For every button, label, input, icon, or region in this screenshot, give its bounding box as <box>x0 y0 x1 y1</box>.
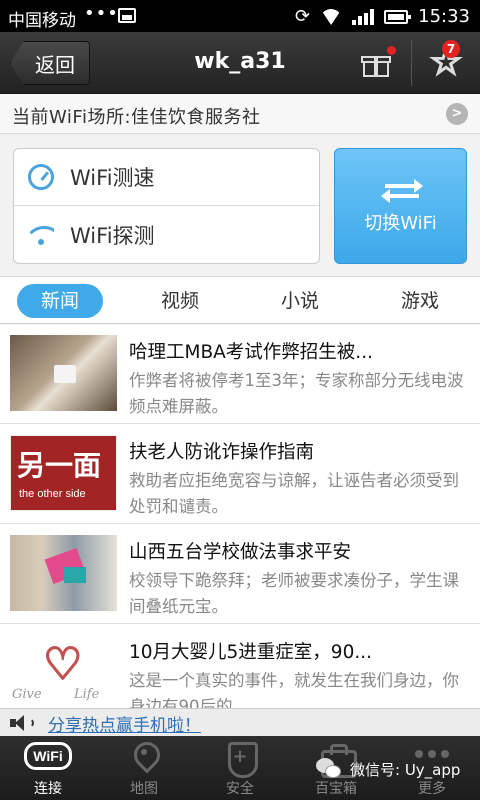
clock: 15:33 <box>418 6 470 27</box>
nav-label: 地图 <box>130 781 158 797</box>
sync-icon: ⟳ <box>295 5 311 27</box>
back-button-label: 返回 <box>35 52 75 77</box>
thumbnail-title: 另一面 <box>17 449 102 482</box>
wifi-probe-label: WiFi探测 <box>70 223 155 248</box>
current-wifi-place: 当前WiFi场所:佳佳饮食服务社 <box>12 107 261 128</box>
carrier-name: 中国移动 <box>8 11 76 31</box>
chevron-right-icon[interactable]: > <box>446 103 468 125</box>
news-thumbnail <box>10 535 117 611</box>
switch-wifi-label: 切换WiFi <box>364 213 437 234</box>
picture-icon <box>118 8 136 23</box>
notification-dots: ••• <box>84 3 119 24</box>
speaker-icon <box>10 715 40 731</box>
nav-map[interactable]: 地图 <box>96 736 192 800</box>
news-thumbnail: 另一面 the other side <box>10 435 117 511</box>
page-title: wk_a31 <box>194 49 286 74</box>
tab-news[interactable]: 新闻 <box>17 284 103 318</box>
nav-connect[interactable]: WiFi 连接 <box>0 736 96 800</box>
cell-signal-icon <box>352 8 375 25</box>
gift-button[interactable] <box>346 38 406 88</box>
wechat-watermark: 微信号: Uy_app <box>316 756 460 782</box>
shield-icon <box>222 742 258 778</box>
status-bar: 中国移动 ••• ⟳ 15:33 <box>0 0 480 32</box>
wechat-icon <box>316 758 344 780</box>
title-bar: 返回 wk_a31 ☆ 7 <box>0 32 480 94</box>
share-banner: 分享热点赢手机啦！ <box>0 708 480 736</box>
news-summary: 救助者应拒绝宽容与谅解，让诬告者必须受到处罚和谴责。 <box>129 471 459 516</box>
nav-label: 连接 <box>34 781 62 797</box>
current-wifi-place-bar[interactable]: 当前WiFi场所:佳佳饮食服务社 > <box>0 94 480 134</box>
back-button[interactable]: 返回 <box>10 41 90 85</box>
gift-notification-dot <box>387 46 396 55</box>
news-item[interactable]: 山西五台学校做法事求平安 校领导下跪祭拜；老师被要求凑份子，学生课间叠纸元宝。 <box>0 524 480 624</box>
news-thumbnail: ♡ Give Life <box>10 635 117 708</box>
speedometer-icon <box>28 164 54 190</box>
news-item[interactable]: ♡ Give Life 10月大婴儿5进重症室，90... 这是一个真实的事件，… <box>0 624 480 708</box>
share-hotspot-link[interactable]: 分享热点赢手机啦！ <box>48 711 201 736</box>
thumbnail-text-right: Life <box>74 687 100 702</box>
news-title: 扶老人防讹诈操作指南 <box>129 442 315 463</box>
news-item[interactable]: 哈理工MBA考试作弊招生被... 作弊者将被停考1至3年；专家称部分无线电波频点… <box>0 324 480 424</box>
category-tabs: 新闻 视频 小说 游戏 <box>0 276 480 324</box>
wifi-icon <box>28 224 54 246</box>
thumbnail-text-left: Give <box>12 687 42 702</box>
watermark-text: 微信号: Uy_app <box>350 760 461 779</box>
wifi-tools-panel: WiFi测速 WiFi探测 <box>13 148 320 264</box>
swap-arrows-icon <box>381 179 423 203</box>
news-summary: 这是一个真实的事件，就发生在我们身边，你身边有90后的... <box>129 671 459 708</box>
nav-label: 安全 <box>226 781 254 797</box>
tab-novel[interactable]: 小说 <box>257 284 343 318</box>
switch-wifi-button[interactable]: 切换WiFi <box>334 148 467 264</box>
news-summary: 校领导下跪祭拜；老师被要求凑份子，学生课间叠纸元宝。 <box>129 571 459 616</box>
wifi-probe-button[interactable]: WiFi探测 <box>14 206 319 263</box>
nav-security[interactable]: 安全 <box>192 736 288 800</box>
news-summary: 作弊者将被停考1至3年；专家称部分无线电波频点难屏蔽。 <box>129 371 464 416</box>
divider <box>411 40 412 86</box>
tab-games[interactable]: 游戏 <box>377 284 463 318</box>
gift-icon <box>361 46 396 77</box>
wifi-speed-test-button[interactable]: WiFi测速 <box>14 149 319 206</box>
map-pin-icon <box>126 742 162 774</box>
status-icons: ⟳ 15:33 <box>295 6 470 27</box>
news-list: 哈理工MBA考试作弊招生被... 作弊者将被停考1至3年；专家称部分无线电波频点… <box>0 324 480 708</box>
wifi-icon: WiFi <box>24 742 72 770</box>
news-title: 哈理工MBA考试作弊招生被... <box>129 342 373 363</box>
battery-icon <box>384 9 412 24</box>
tab-video[interactable]: 视频 <box>137 284 223 318</box>
news-title: 10月大婴儿5进重症室，90... <box>129 642 372 663</box>
wifi-signal-icon <box>320 9 342 25</box>
thumbnail-subtitle: the other side <box>19 488 86 500</box>
news-thumbnail <box>10 335 117 411</box>
favorites-badge: 7 <box>442 40 460 58</box>
heart-icon: ♡ <box>42 639 83 690</box>
news-title: 山西五台学校做法事求平安 <box>129 542 352 563</box>
wifi-speed-test-label: WiFi测速 <box>70 166 155 190</box>
news-item[interactable]: 另一面 the other side 扶老人防讹诈操作指南 救助者应拒绝宽容与谅… <box>0 424 480 524</box>
